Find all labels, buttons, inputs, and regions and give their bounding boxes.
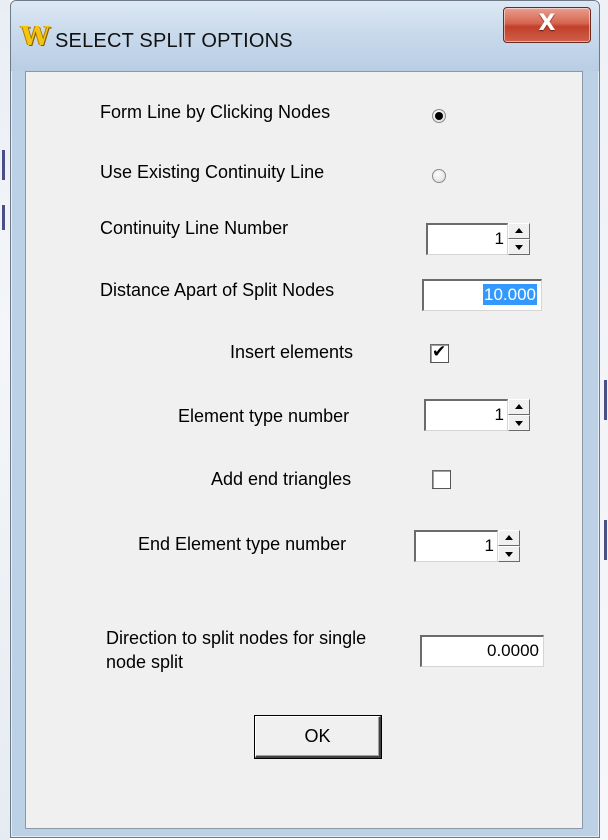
- dialog-title: SELECT SPLIT OPTIONS: [55, 30, 293, 52]
- close-button[interactable]: X: [503, 7, 591, 43]
- distance-label: Distance Apart of Split Nodes: [100, 280, 335, 300]
- direction-input[interactable]: 0.0000: [420, 635, 544, 667]
- end-element-type-spinner[interactable]: 1: [414, 530, 522, 562]
- arrow-up-icon: [515, 404, 523, 409]
- element-type-input[interactable]: 1: [424, 399, 508, 431]
- existing-line-label: Use Existing Continuity Line: [100, 162, 325, 182]
- spin-up-button[interactable]: [498, 530, 520, 546]
- desktop-background-right: [600, 0, 608, 840]
- spin-up-button[interactable]: [508, 399, 530, 415]
- spinner-buttons: [508, 223, 530, 255]
- ok-button[interactable]: OK: [255, 716, 381, 758]
- spinner-buttons: [498, 530, 520, 562]
- dialog-window: W SELECT SPLIT OPTIONS X Form Line by Cl…: [10, 0, 600, 838]
- desktop-artifact: [604, 380, 607, 420]
- existing-line-radio[interactable]: [432, 169, 446, 183]
- continuity-number-spinner[interactable]: 1: [426, 223, 532, 255]
- end-element-type-input[interactable]: 1: [414, 530, 498, 562]
- spin-down-button[interactable]: [508, 239, 530, 255]
- desktop-artifact: [2, 205, 5, 230]
- insert-elements-checkbox[interactable]: ✔: [430, 342, 449, 363]
- selected-text: 10.000: [483, 284, 537, 305]
- close-icon: X: [538, 11, 556, 36]
- desktop-artifact: [604, 520, 607, 560]
- title-bar[interactable]: W SELECT SPLIT OPTIONS X: [11, 1, 599, 71]
- end-triangles-label: Add end triangles: [211, 469, 352, 489]
- desktop-artifact: [2, 150, 5, 180]
- element-type-label: Element type number: [178, 406, 350, 426]
- direction-label: Direction to split nodes for single node…: [106, 628, 367, 672]
- arrow-up-icon: [515, 228, 523, 233]
- check-icon: ✔: [432, 342, 447, 362]
- spin-up-button[interactable]: [508, 223, 530, 239]
- distance-input[interactable]: 10.000: [422, 279, 542, 311]
- app-logo-icon: W: [21, 22, 51, 52]
- spin-down-button[interactable]: [508, 415, 530, 431]
- arrow-down-icon: [505, 552, 513, 557]
- continuity-number-input[interactable]: 1: [426, 223, 508, 255]
- insert-elements-label: Insert elements: [230, 342, 354, 362]
- arrow-up-icon: [505, 535, 513, 540]
- spinner-buttons: [508, 399, 530, 431]
- continuity-number-label: Continuity Line Number: [100, 218, 289, 238]
- desktop-background-left: [0, 0, 10, 840]
- element-type-spinner[interactable]: 1: [424, 399, 532, 431]
- arrow-down-icon: [515, 421, 523, 426]
- end-triangles-checkbox[interactable]: [432, 470, 451, 489]
- radio-selected-dot: [435, 112, 443, 120]
- arrow-down-icon: [515, 245, 523, 250]
- spin-down-button[interactable]: [498, 546, 520, 562]
- dialog-body: Form Line by Clicking Nodes Use Existing…: [25, 71, 583, 829]
- form-line-radio[interactable]: [432, 109, 446, 123]
- form-line-label: Form Line by Clicking Nodes: [100, 102, 331, 122]
- end-element-type-label: End Element type number: [138, 534, 347, 554]
